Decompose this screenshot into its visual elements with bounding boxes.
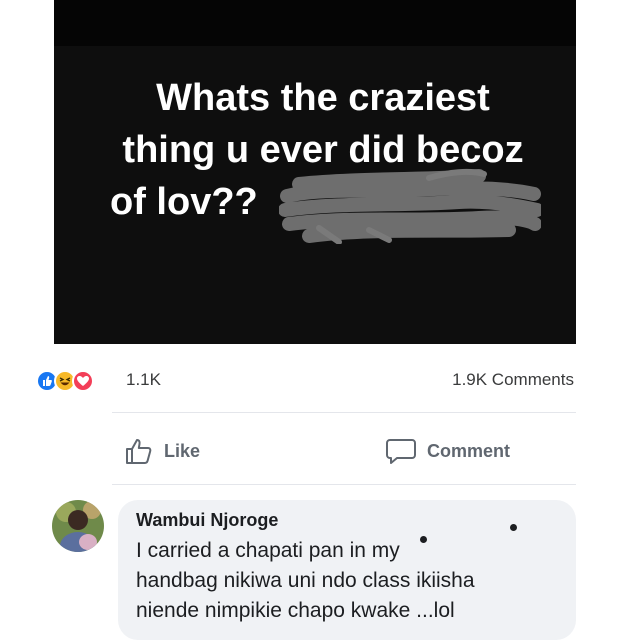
thumbs-up-icon bbox=[126, 439, 152, 464]
comment-label: Comment bbox=[427, 440, 511, 461]
comment-author[interactable]: Wambui Njoroge bbox=[136, 510, 278, 531]
reactions-summary: 1.1K 1.9K Comments bbox=[0, 364, 625, 398]
comments-count[interactable]: 1.9K Comments bbox=[452, 370, 574, 390]
comment-line-1: I carried a chapati pan in my bbox=[136, 539, 400, 562]
divider-bottom bbox=[112, 484, 576, 485]
comment-line-2: handbag nikiwa uni ndo class ikiisha bbox=[136, 569, 475, 592]
speck-dot bbox=[510, 524, 517, 531]
commenter-avatar[interactable] bbox=[52, 500, 104, 552]
comment-bubble: Wambui Njoroge I carried a chapati pan i… bbox=[118, 500, 576, 640]
divider-top bbox=[112, 412, 576, 413]
love-reaction-icon bbox=[72, 370, 94, 392]
comment-bubble-icon bbox=[386, 439, 416, 464]
comment-line-3: niende nimpikie chapo kwake ...lol bbox=[136, 599, 455, 622]
post-image[interactable]: Whats the craziest thing u ever did beco… bbox=[54, 0, 576, 344]
reaction-count[interactable]: 1.1K bbox=[126, 370, 161, 390]
reaction-icons[interactable] bbox=[36, 370, 120, 392]
image-top-band bbox=[54, 0, 576, 46]
post-text-line-1: Whats the craziest bbox=[156, 77, 490, 119]
comment-item: Wambui Njoroge I carried a chapati pan i… bbox=[0, 492, 625, 640]
post-actions: Like Comment bbox=[0, 428, 625, 472]
like-button[interactable]: Like bbox=[124, 436, 200, 466]
like-label: Like bbox=[164, 440, 201, 461]
comment-button[interactable]: Comment bbox=[385, 436, 510, 466]
comment-text: I carried a chapati pan in my handbag ni… bbox=[136, 536, 566, 626]
redaction-scribble bbox=[279, 168, 541, 244]
speck-dot bbox=[420, 536, 427, 543]
